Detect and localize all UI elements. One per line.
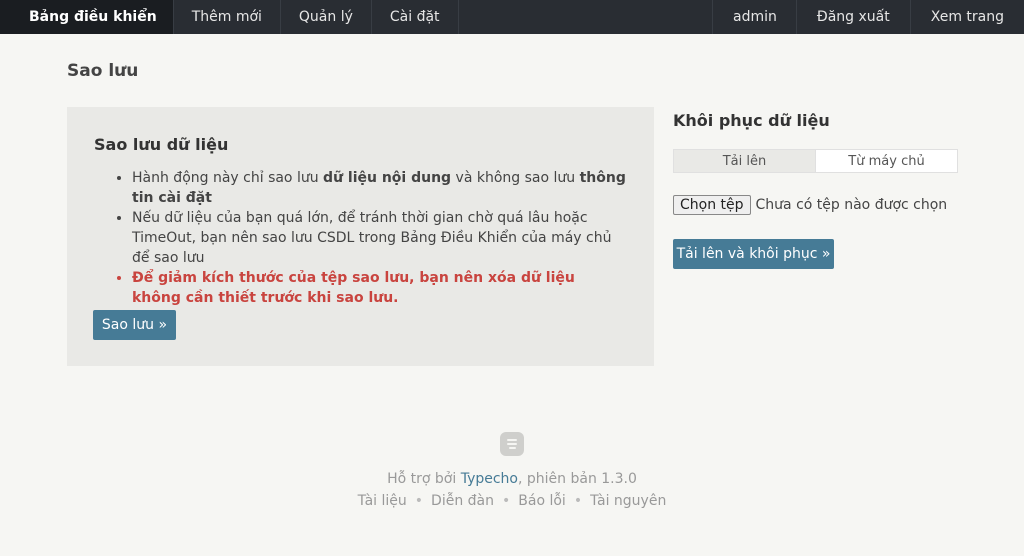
restore-heading: Khôi phục dữ liệu [673,111,830,130]
typecho-link[interactable]: Typecho [461,471,518,487]
nav-logout[interactable]: Đăng xuất [795,0,910,34]
nav-add-new[interactable]: Thêm mới [174,0,281,34]
footer-links: Tài liệu • Diễn đàn • Báo lỗi • Tài nguyên [0,493,1024,509]
footer-link-resources[interactable]: Tài nguyên [590,493,666,509]
backup-heading: Sao lưu dữ liệu [94,135,229,154]
choose-file-button[interactable]: Chọn tệp [673,195,751,215]
top-navbar: Bảng điều khiển Thêm mới Quản lý Cài đặt… [0,0,1024,34]
note-text: Hành động này chỉ sao lưu [132,170,324,186]
nav-dashboard[interactable]: Bảng điều khiển [0,0,174,34]
separator-dot: • [414,493,424,509]
backup-button[interactable]: Sao lưu » [93,310,176,340]
restore-tabs: Tải lên Từ máy chủ [673,149,958,173]
version-text: , phiên bản 1.3.0 [518,471,637,487]
tab-from-server[interactable]: Từ máy chủ [816,150,957,172]
note-bold-content: dữ liệu nội dung [323,170,452,186]
footer-link-forum[interactable]: Diễn đàn [431,493,494,509]
powered-text: Hỗ trợ bởi [387,471,461,487]
backup-note-content-only: Hành động này chỉ sao lưu dữ liệu nội du… [132,168,627,208]
tab-upload[interactable]: Tải lên [674,150,816,172]
file-status-text: Chưa có tệp nào được chọn [755,197,948,213]
footer-powered-by: Hỗ trợ bởi Typecho, phiên bản 1.3.0 [0,471,1024,487]
backup-note-large-data: Nếu dữ liệu của bạn quá lớn, để tránh th… [132,208,627,268]
typecho-logo-icon [500,432,524,456]
footer-link-docs[interactable]: Tài liệu [358,493,407,509]
backup-note-warning: Để giảm kích thước của tệp sao lưu, bạn … [132,268,627,308]
page-title: Sao lưu [67,61,139,81]
footer: Hỗ trợ bởi Typecho, phiên bản 1.3.0 Tài … [0,432,1024,509]
upload-restore-button[interactable]: Tải lên và khôi phục » [673,239,834,269]
backup-notes-list: Hành động này chỉ sao lưu dữ liệu nội du… [94,168,627,308]
separator-dot: • [502,493,511,509]
nav-view-site[interactable]: Xem trang [909,0,1024,34]
backup-panel: Sao lưu dữ liệu Hành động này chỉ sao lư… [67,107,654,366]
nav-manage[interactable]: Quản lý [281,0,372,34]
note-text: và không sao lưu [451,170,580,186]
separator-dot: • [573,493,583,509]
nav-right: admin Đăng xuất Xem trang [712,0,1024,34]
file-input: Chọn tệp Chưa có tệp nào được chọn [673,195,947,215]
nav-left: Bảng điều khiển Thêm mới Quản lý Cài đặt [0,0,459,34]
nav-settings[interactable]: Cài đặt [372,0,459,34]
footer-link-report[interactable]: Báo lỗi [518,493,566,509]
nav-user-admin[interactable]: admin [712,0,796,34]
